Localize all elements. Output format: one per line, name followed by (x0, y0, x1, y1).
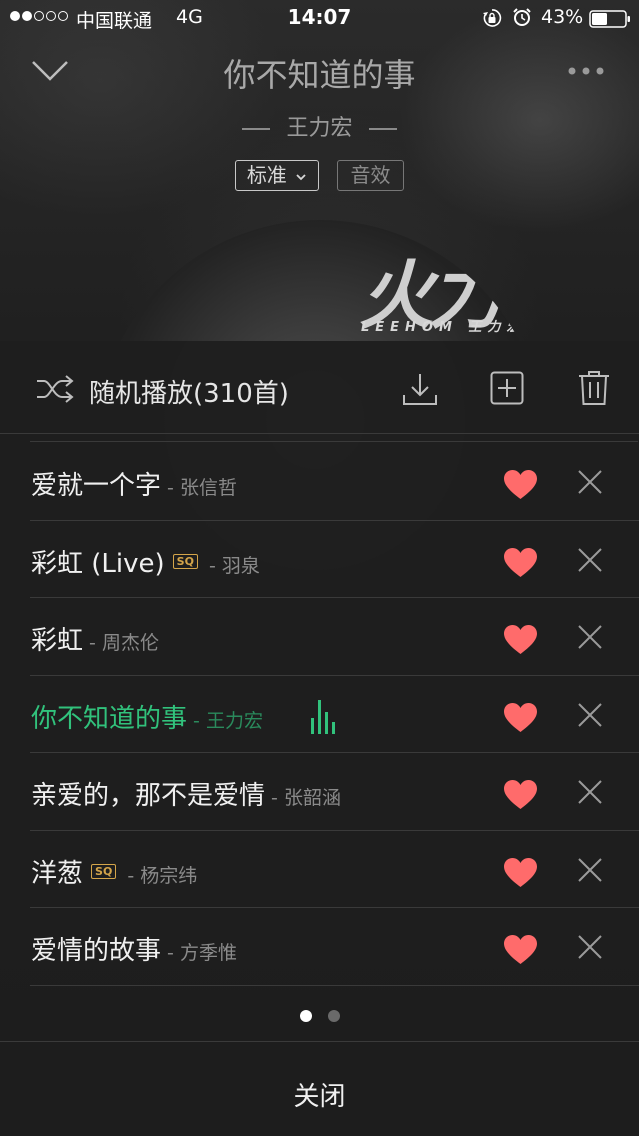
page-dot-active (299, 1010, 312, 1022)
song-name-line: 亲爱的，那不是爱情 - 张韶涵 (31, 775, 341, 812)
artist-row: 王力宏 (0, 110, 639, 142)
favorite-heart-icon[interactable] (504, 470, 537, 500)
song-row[interactable]: 亲爱的，那不是爱情 - 张韶涵 (0, 753, 639, 831)
status-bar: 中国联通 4G 14:07 43% (0, 0, 639, 36)
song-title: 爱就一个字 (31, 471, 162, 501)
quality-label: 标准 (246, 163, 287, 187)
shuffle-icon[interactable] (36, 375, 74, 403)
battery-icon (589, 10, 630, 28)
song-artist-separator: - (161, 942, 180, 964)
sq-quality-badge: SQ (91, 863, 117, 879)
song-name-line: 你不知道的事 - 王力宏 (31, 698, 263, 735)
remove-song-close-icon[interactable] (577, 779, 603, 805)
alarm-icon (513, 8, 531, 26)
song-artist-separator: - (202, 554, 222, 577)
song-artist-separator: - (187, 709, 206, 732)
rotation-lock-icon (483, 9, 502, 27)
remove-song-close-icon[interactable] (577, 934, 603, 960)
download-icon[interactable] (402, 371, 438, 407)
sound-effect-button[interactable]: 音效 (337, 160, 404, 191)
song-row[interactable]: 彩虹 (Live) SQ - 羽泉 (0, 521, 639, 599)
song-title: 亲爱的，那不是爱情 (31, 781, 266, 811)
favorite-heart-icon[interactable] (504, 780, 537, 810)
more-options-icon[interactable] (566, 64, 606, 78)
song-title: 洋葱 (31, 858, 84, 889)
remove-song-close-icon[interactable] (577, 624, 603, 650)
shuffle-play-label[interactable]: 随机播放(310首) (89, 373, 289, 410)
song-name-line: 彩虹 (Live) SQ - 羽泉 (31, 543, 260, 580)
favorite-heart-icon[interactable] (504, 935, 537, 965)
trash-icon[interactable] (578, 370, 610, 406)
remove-song-close-icon[interactable] (577, 469, 603, 495)
sq-quality-badge: SQ (172, 553, 198, 569)
song-row[interactable]: 彩虹 - 周杰伦 (0, 598, 639, 676)
song-row[interactable]: 爱就一个字 - 张信哲 (0, 443, 639, 521)
close-label: 关闭 (293, 1082, 346, 1112)
song-name-line: 洋葱 SQ - 杨宗纬 (31, 853, 197, 890)
remove-song-close-icon[interactable] (577, 547, 603, 573)
song-row[interactable]: 爱情的故事 - 方季惟 (0, 908, 639, 986)
song-artist-separator: - (265, 787, 284, 809)
chevron-down-icon (296, 173, 306, 180)
song-title: 你不知道的事 (31, 703, 188, 734)
album-art-subtext: LEEHOM 王力宏 (361, 320, 526, 335)
song-title: 爱情的故事 (31, 936, 162, 966)
page-indicator (0, 1007, 639, 1026)
song-artist: 张韶涵 (283, 787, 341, 809)
song-artist: 周杰伦 (101, 632, 159, 654)
song-artist: 杨宗纬 (140, 864, 198, 887)
song-artist: 方季惟 (179, 942, 237, 964)
song-title: 彩虹 (Live) (31, 548, 165, 579)
page-dot[interactable] (327, 1010, 340, 1022)
add-to-playlist-icon[interactable] (490, 371, 524, 405)
song-list: 爱就一个字 - 张信哲彩虹 (Live) SQ - 羽泉彩虹 - 周杰伦你不知道的… (0, 443, 639, 986)
favorite-heart-icon[interactable] (504, 702, 537, 733)
favorite-heart-icon[interactable] (504, 857, 537, 888)
favorite-heart-icon[interactable] (504, 547, 537, 578)
song-title: 你不知道的事 (223, 56, 416, 94)
favorite-heart-icon[interactable] (504, 625, 537, 655)
song-artist: 张信哲 (179, 477, 237, 499)
playlist-panel: 随机播放(310首) 爱就一个字 - 张信哲 彩虹 (Live) SQ - 羽泉 彩虹… (0, 341, 639, 1136)
divider (30, 441, 638, 442)
remove-song-close-icon[interactable] (577, 702, 603, 728)
battery-percent: 43% (541, 6, 584, 28)
remove-song-close-icon[interactable] (577, 857, 603, 883)
close-button[interactable]: 关闭 (0, 1041, 639, 1136)
song-row[interactable]: 洋葱 SQ - 杨宗纬 (0, 831, 639, 909)
now-playing-equalizer-icon (311, 699, 335, 734)
quality-select-button[interactable]: 标准 (235, 160, 319, 191)
song-artist-separator: - (83, 632, 102, 654)
song-name-line: 爱就一个字 - 张信哲 (31, 465, 237, 502)
song-artist-separator: - (161, 477, 180, 499)
song-row[interactable]: 你不知道的事 - 王力宏 (0, 676, 639, 754)
song-artist: 羽泉 (221, 554, 260, 577)
song-artist-separator: - (121, 864, 141, 887)
song-artist: 王力宏 (205, 709, 263, 732)
artist-name[interactable]: 王力宏 (286, 116, 352, 141)
song-name-line: 爱情的故事 - 方季惟 (31, 930, 237, 967)
song-title: 彩虹 (31, 626, 84, 656)
song-name-line: 彩虹 - 周杰伦 (31, 620, 159, 657)
playlist-header: 随机播放(310首) (0, 341, 639, 434)
